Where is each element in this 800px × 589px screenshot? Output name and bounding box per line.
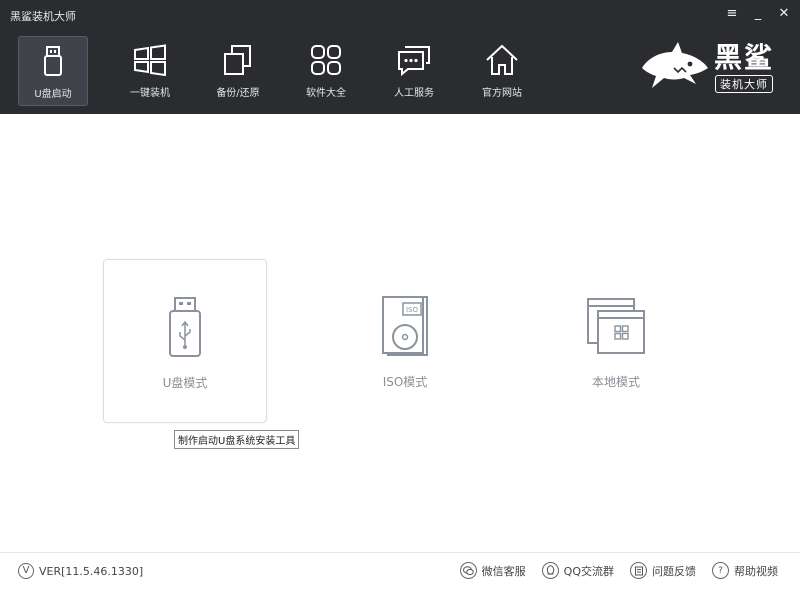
app-window: 黑鲨装机大师 ≡ _ ✕ U盘启动 一键装机 备份/还原 软件大全 人工服务 官… xyxy=(0,0,800,589)
home-icon xyxy=(486,44,518,75)
nav-item-software[interactable]: 软件大全 xyxy=(282,36,370,106)
app-title: 黑鲨装机大师 xyxy=(10,10,76,23)
footer-links: 微信客服 QQ交流群 问题反馈 ? 帮助视频 xyxy=(459,562,778,579)
nav-label: 一键装机 xyxy=(130,88,170,99)
windows-icon xyxy=(134,44,166,77)
chat-bubble-icon xyxy=(398,46,430,77)
brand-text: 黑鲨 装机大师 xyxy=(714,43,774,93)
minimize-button[interactable]: _ xyxy=(750,6,766,22)
wechat-support-link[interactable]: 微信客服 xyxy=(459,562,526,579)
feedback-icon xyxy=(630,562,647,579)
svg-text:ISO: ISO xyxy=(406,306,419,314)
main-nav: U盘启动 一键装机 备份/还原 软件大全 人工服务 官方网站 xyxy=(18,36,546,106)
local-windows-icon xyxy=(587,298,645,354)
usb-mode-icon xyxy=(169,297,201,357)
nav-item-backup-restore[interactable]: 备份/还原 xyxy=(194,36,282,106)
menu-button[interactable]: ≡ xyxy=(724,6,740,22)
nav-label: 软件大全 xyxy=(306,88,346,99)
mode-card-usb[interactable]: U盘模式 xyxy=(103,259,267,423)
wechat-icon xyxy=(459,562,477,579)
version-text: VER[11.5.46.1330] xyxy=(39,564,144,578)
version-info: V VER[11.5.46.1330] xyxy=(18,563,143,579)
iso-disc-icon: ISO xyxy=(382,296,428,356)
nav-item-usb-boot[interactable]: U盘启动 xyxy=(18,36,88,106)
nav-label: U盘启动 xyxy=(34,89,72,100)
nav-item-support[interactable]: 人工服务 xyxy=(370,36,458,106)
brand-logo: 黑鲨 装机大师 xyxy=(638,38,774,98)
close-button[interactable]: ✕ xyxy=(776,6,792,22)
nav-label: 人工服务 xyxy=(394,88,434,99)
nav-label: 备份/还原 xyxy=(216,88,260,99)
help-icon: ? xyxy=(712,562,729,579)
qq-group-link[interactable]: QQ交流群 xyxy=(541,562,614,579)
apps-grid-icon xyxy=(311,45,341,75)
feedback-link[interactable]: 问题反馈 xyxy=(630,562,696,579)
footer-link-label: 微信客服 xyxy=(481,564,526,578)
mode-label: ISO模式 xyxy=(382,375,428,389)
nav-item-one-click-install[interactable]: 一键装机 xyxy=(106,36,194,106)
window-controls: ≡ _ ✕ xyxy=(724,6,792,22)
usb-mode-tooltip: 制作启动U盘系统安装工具 xyxy=(174,430,300,449)
mode-card-local[interactable]: 本地模式 xyxy=(534,259,698,423)
footer-link-label: 问题反馈 xyxy=(652,564,696,578)
usb-drive-icon xyxy=(44,46,62,76)
nav-label: 官方网站 xyxy=(482,88,522,99)
mode-card-iso[interactable]: ISO ISO模式 xyxy=(323,259,487,423)
mode-label: 本地模式 xyxy=(591,375,640,389)
mode-label: U盘模式 xyxy=(162,376,208,390)
backup-restore-icon xyxy=(224,45,251,75)
qq-icon xyxy=(541,562,559,579)
footer-link-label: QQ交流群 xyxy=(563,564,614,578)
brand-name: 黑鲨 xyxy=(713,41,774,74)
header-bar: 黑鲨装机大师 ≡ _ ✕ U盘启动 一键装机 备份/还原 软件大全 人工服务 官… xyxy=(0,0,800,114)
footer-link-label: 帮助视频 xyxy=(734,564,778,578)
brand-tagline: 装机大师 xyxy=(714,75,773,93)
help-video-link[interactable]: ? 帮助视频 xyxy=(712,562,778,579)
footer-bar: V VER[11.5.46.1330] 微信客服 QQ交流群 问题反馈 ? 帮助… xyxy=(0,552,800,589)
version-icon: V xyxy=(18,563,34,579)
shark-logo-icon xyxy=(641,42,708,88)
nav-item-website[interactable]: 官方网站 xyxy=(458,36,546,106)
